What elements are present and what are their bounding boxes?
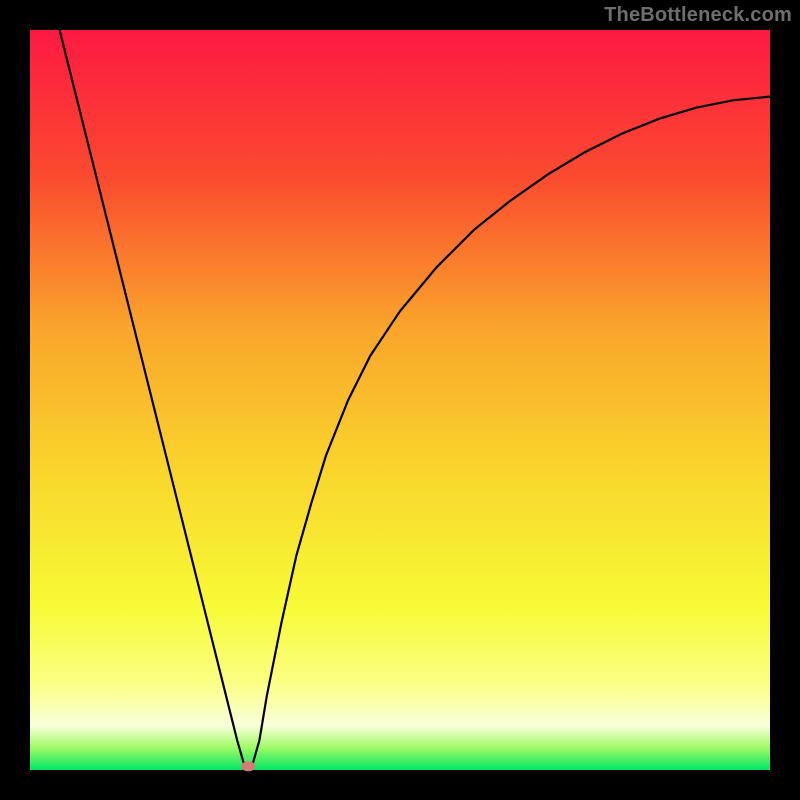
watermark-text: TheBottleneck.com: [604, 4, 792, 27]
bottleneck-chart: [30, 30, 770, 770]
chart-background: [30, 30, 770, 770]
chart-frame: TheBottleneck.com: [0, 0, 800, 800]
minimum-marker: [241, 761, 255, 771]
